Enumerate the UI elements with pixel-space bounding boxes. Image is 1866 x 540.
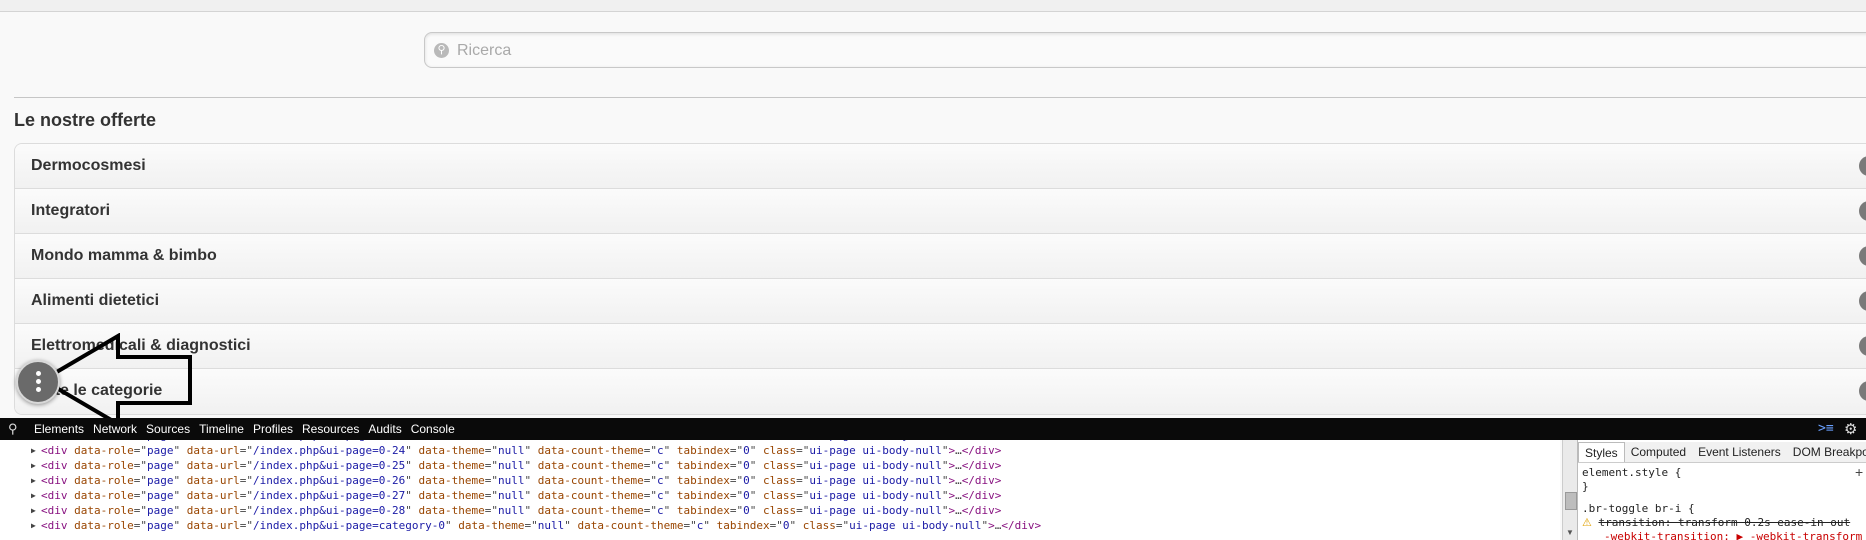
dom-node-text: <div data-role="page" data-url="/index.p… [41, 459, 1002, 472]
tab-resources[interactable]: Resources [302, 418, 359, 440]
styles-panel: Styles Computed Event Listeners DOM Brea… [1577, 440, 1866, 540]
tab-console[interactable]: Console [411, 418, 455, 440]
chevron-right-icon: › [1859, 291, 1866, 311]
menu-dot-icon [36, 371, 41, 376]
list-item-label: Integratori [31, 202, 111, 219]
devtools-tabs: Elements Network Sources Timeline Profil… [34, 418, 464, 440]
menu-button[interactable] [16, 360, 60, 404]
console-drawer-icon[interactable]: >≡ [1818, 421, 1834, 436]
chevron-right-icon: › [1859, 336, 1866, 356]
tab-elements[interactable]: Elements [34, 418, 84, 440]
expand-triangle-icon[interactable]: ▶ [31, 488, 36, 503]
menu-dot-icon [36, 387, 41, 392]
browser-top-bar [0, 0, 1866, 12]
warning-icon: ⚠ [1582, 516, 1592, 529]
expand-triangle-icon[interactable]: ▶ [31, 473, 36, 488]
rule-close-brace: } [1582, 480, 1589, 493]
list-item-integratori[interactable]: Integratori › [15, 189, 1866, 234]
arrow-overlay-icon [40, 333, 192, 427]
list-item-tutte-categorie[interactable]: Tutte le categorie › [15, 369, 1866, 414]
add-rule-icon[interactable]: + [1855, 464, 1863, 480]
rule-selector: .br-toggle br-i { [1582, 502, 1695, 515]
style-property-transition: ⚠ transition: transform 0.2s ease-in out [1582, 516, 1850, 529]
dom-node-text: <div data-role="page" data-url="/index.p… [41, 489, 1002, 502]
expand-triangle-icon[interactable]: ▶ [31, 458, 36, 473]
tab-profiles[interactable]: Profiles [253, 418, 293, 440]
list-item-alimenti-dietetici[interactable]: Alimenti dietetici › [15, 279, 1866, 324]
list-item-elettromedicali[interactable]: Elettromedicali & diagnostici › [15, 324, 1866, 369]
scroll-thumb[interactable] [1565, 492, 1577, 510]
search-bar[interactable]: ⚲ [424, 32, 1866, 68]
dom-node-text: <div data-role="page" data-url="/index.p… [41, 504, 1002, 517]
tab-event-listeners[interactable]: Event Listeners [1692, 442, 1787, 462]
offers-list: Dermocosmesi › Integratori › Mondo mamma… [14, 143, 1866, 415]
section-title: Le nostre offerte [14, 110, 157, 130]
list-item-mamma-bimbo[interactable]: Mondo mamma & bimbo › [15, 234, 1866, 279]
search-input[interactable] [455, 37, 1859, 65]
elements-panel: ▶ <div data-role="page" data-url="/index.… [0, 440, 1560, 540]
list-item-label: Mondo mamma & bimbo [31, 247, 217, 264]
list-item-label: Dermocosmesi [31, 157, 146, 174]
scrollbar[interactable]: ▼ [1562, 440, 1577, 540]
property-text: transition: transform 0.2s ease-in out [1598, 516, 1851, 529]
tab-network[interactable]: Network [93, 418, 137, 440]
search-icon[interactable]: ⚲ [8, 421, 18, 437]
tab-audits[interactable]: Audits [368, 418, 401, 440]
expand-triangle-icon[interactable]: ▶ [31, 443, 36, 458]
style-property-webkit-transition: -webkit-transition: ▶ -webkit-transform [1604, 530, 1863, 540]
expand-triangle-icon[interactable]: ▶ [31, 503, 36, 518]
tab-dom-breakpoints[interactable]: DOM Breakpoi [1787, 442, 1866, 462]
chevron-right-icon: › [1859, 246, 1866, 266]
element-style-rule: element.style { [1582, 466, 1682, 479]
divider [14, 97, 1866, 98]
tab-timeline[interactable]: Timeline [199, 418, 244, 440]
list-item-label: Alimenti dietetici [31, 292, 160, 309]
dom-node-text: <div data-role="page" data-url="/index.p… [41, 444, 1002, 457]
dom-node-text: <div data-role="page" data-url="/index.p… [41, 519, 1042, 532]
menu-dot-icon [36, 379, 41, 384]
devtools-toolbar: ⚲ Elements Network Sources Timeline Prof… [0, 418, 1866, 440]
tab-styles[interactable]: Styles [1578, 442, 1625, 462]
chevron-right-icon: › [1859, 201, 1866, 221]
scroll-down-icon[interactable]: ▼ [1566, 528, 1574, 537]
chevron-right-icon: › [1859, 156, 1866, 176]
styles-tabs: Styles Computed Event Listeners DOM Brea… [1578, 442, 1866, 463]
list-item-dermocosmesi[interactable]: Dermocosmesi › [15, 144, 1866, 189]
tab-sources[interactable]: Sources [146, 418, 190, 440]
tab-computed[interactable]: Computed [1625, 442, 1692, 462]
search-icon: ⚲ [434, 43, 449, 58]
dom-node-text: <div data-role="page" data-url="/index.p… [41, 474, 1002, 487]
gear-icon[interactable]: ⚙ [1844, 420, 1857, 438]
expand-triangle-icon[interactable]: ▶ [31, 518, 36, 533]
chevron-right-icon: › [1859, 381, 1866, 401]
